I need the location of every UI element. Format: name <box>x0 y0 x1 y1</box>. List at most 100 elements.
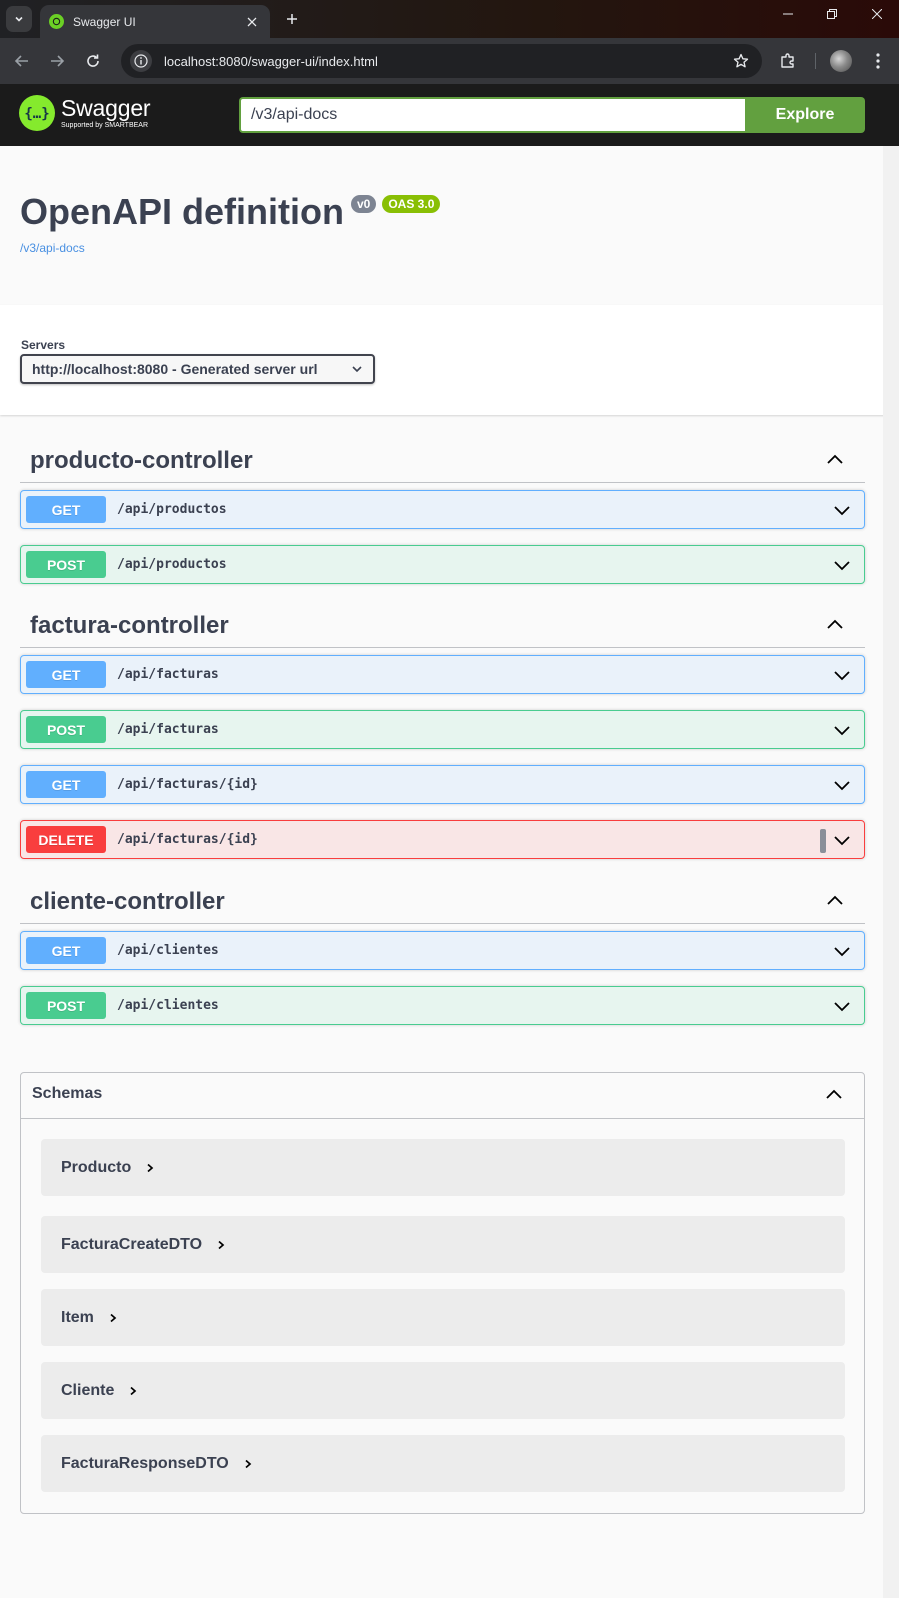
address-bar[interactable]: localhost:8080/swagger-ui/index.html <box>121 44 762 78</box>
chevron-down-icon <box>834 671 850 681</box>
oas-badge: OAS 3.0 <box>382 195 441 213</box>
logo-name: Swagger <box>61 95 151 121</box>
chevron-right-icon <box>214 1238 228 1252</box>
schema-item[interactable]: FacturaCreateDTO <box>41 1216 845 1273</box>
schema-item[interactable]: FacturaResponseDTO <box>41 1435 845 1492</box>
operation-path: /api/clientes <box>117 943 219 958</box>
method-badge: POST <box>26 716 106 743</box>
svg-text:{…}: {…} <box>25 106 49 122</box>
tab-close-button[interactable] <box>242 12 262 32</box>
chevron-up-icon <box>827 619 843 629</box>
close-icon <box>247 17 257 26</box>
api-docs-link[interactable]: /v3/api-docs <box>20 241 85 255</box>
tag-header[interactable]: factura-controller <box>20 598 865 648</box>
address-url[interactable]: localhost:8080/swagger-ui/index.html <box>164 54 728 69</box>
window-close-icon <box>872 9 882 19</box>
operation-expand-button[interactable] <box>832 996 852 1016</box>
operation-post-facturas[interactable]: POST /api/facturas <box>20 710 865 749</box>
more-vert-icon <box>876 53 880 69</box>
operation-path: /api/clientes <box>117 998 219 1013</box>
operation-post-clientes[interactable]: POST /api/clientes <box>20 986 865 1025</box>
extensions-button[interactable] <box>776 49 800 73</box>
operation-get-facturas[interactable]: GET /api/facturas <box>20 655 865 694</box>
toolbar-divider <box>815 53 816 69</box>
chevron-up-icon <box>827 454 843 464</box>
restore-icon <box>827 9 837 19</box>
operation-path: /api/facturas/{id} <box>117 832 258 847</box>
explore-form: Explore <box>239 97 865 133</box>
operation-expand-button[interactable] <box>832 665 852 685</box>
operation-get-productos[interactable]: GET /api/productos <box>20 490 865 529</box>
operation-path: /api/productos <box>117 502 227 517</box>
operation-expand-button[interactable] <box>832 775 852 795</box>
operation-post-productos[interactable]: POST /api/productos <box>20 545 865 584</box>
new-tab-button[interactable] <box>282 9 302 29</box>
chevron-right-icon <box>106 1311 120 1325</box>
back-button[interactable] <box>10 49 34 73</box>
swagger-logo[interactable]: {…} Swagger Supported by SMARTBEAR <box>19 95 151 131</box>
chevron-up-icon <box>826 1089 842 1099</box>
servers-label: Servers <box>21 338 66 352</box>
schema-item[interactable]: Item <box>41 1289 845 1346</box>
operation-expand-button[interactable] <box>832 500 852 520</box>
spec-url-input[interactable] <box>239 97 745 133</box>
version-badge: v0 <box>350 195 377 213</box>
schema-name: Item <box>61 1308 94 1326</box>
tag-name: factura-controller <box>30 612 229 639</box>
authorization-lock-icon[interactable] <box>820 829 826 853</box>
tag-name: producto-controller <box>30 447 253 474</box>
tag-collapse-button[interactable] <box>825 615 845 635</box>
browser-tab[interactable]: Swagger UI <box>40 5 270 38</box>
profile-avatar[interactable] <box>830 50 852 72</box>
schemas-collapse-button[interactable] <box>824 1085 844 1105</box>
operation-expand-button[interactable] <box>832 830 852 850</box>
chevron-right-icon <box>241 1457 255 1471</box>
method-badge: GET <box>26 496 106 523</box>
tab-list-icon <box>15 16 23 22</box>
schema-name: Cliente <box>61 1381 115 1399</box>
chevron-down-icon <box>834 506 850 516</box>
restore-button[interactable] <box>810 0 854 28</box>
method-badge: GET <box>26 937 106 964</box>
servers-select[interactable]: http://localhost:8080 - Generated server… <box>20 354 375 384</box>
schema-name: FacturaResponseDTO <box>61 1454 229 1472</box>
explore-button[interactable]: Explore <box>745 97 865 133</box>
tag-name: cliente-controller <box>30 888 225 915</box>
tab-list-button[interactable] <box>6 6 32 32</box>
servers-section: Servers http://localhost:8080 - Generate… <box>0 305 899 415</box>
forward-button[interactable] <box>45 49 69 73</box>
schema-item[interactable]: Cliente <box>41 1362 845 1419</box>
operation-expand-button[interactable] <box>832 555 852 575</box>
info-icon <box>134 54 148 68</box>
tag-header[interactable]: producto-controller <box>20 433 865 483</box>
tab-title: Swagger UI <box>73 14 136 29</box>
tag-collapse-button[interactable] <box>825 891 845 911</box>
operation-expand-button[interactable] <box>832 720 852 740</box>
operation-get-clientes[interactable]: GET /api/clientes <box>20 931 865 970</box>
window-close-button[interactable] <box>855 0 899 28</box>
swagger-favicon-icon <box>49 14 64 29</box>
chevron-right-icon <box>143 1161 157 1175</box>
plus-icon <box>287 14 297 24</box>
schemas-header[interactable]: Schemas <box>21 1073 864 1119</box>
chevron-down-icon <box>834 781 850 791</box>
operation-path: /api/facturas/{id} <box>117 777 258 792</box>
operation-get-factura-by-id[interactable]: GET /api/facturas/{id} <box>20 765 865 804</box>
swagger-logo-icon: {…} <box>19 95 55 131</box>
swagger-topbar: {…} Swagger Supported by SMARTBEAR Explo… <box>0 84 899 146</box>
schemas-title: Schemas <box>32 1085 103 1102</box>
reload-button[interactable] <box>81 49 105 73</box>
minimize-icon <box>783 13 793 15</box>
page-scrollbar[interactable] <box>883 146 899 1598</box>
tag-header[interactable]: cliente-controller <box>20 874 865 924</box>
schema-item[interactable]: Producto <box>41 1139 845 1196</box>
minimize-button[interactable] <box>766 0 810 28</box>
bookmark-button[interactable] <box>728 48 754 74</box>
operation-delete-factura-by-id[interactable]: DELETE /api/facturas/{id} <box>20 820 865 859</box>
operation-expand-button[interactable] <box>832 941 852 961</box>
tag-collapse-button[interactable] <box>825 450 845 470</box>
browser-menu-button[interactable] <box>866 49 890 73</box>
browser-toolbar: localhost:8080/swagger-ui/index.html <box>0 38 899 84</box>
site-info-button[interactable] <box>130 50 152 72</box>
reload-icon <box>87 54 99 67</box>
